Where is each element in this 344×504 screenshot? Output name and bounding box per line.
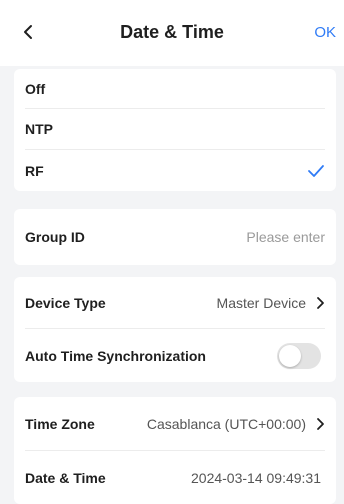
time-zone-value: Casablanca (UTC+00:00) bbox=[146, 415, 306, 432]
option-rf[interactable]: RF bbox=[25, 150, 325, 191]
header-bar: Date & Time OK bbox=[0, 0, 344, 66]
sync-mode-card: Off NTP RF bbox=[14, 69, 336, 191]
auto-sync-row: Auto Time Synchronization bbox=[25, 329, 325, 382]
chevron-right-icon bbox=[316, 417, 325, 431]
page-title: Date & Time bbox=[120, 22, 224, 42]
date-time-value: 2024-03-14 09:49:31 bbox=[191, 469, 321, 486]
group-id-card: Group ID Please enter bbox=[14, 209, 336, 265]
group-id-label: Group ID bbox=[25, 229, 85, 245]
option-label: RF bbox=[25, 162, 44, 179]
option-label: NTP bbox=[25, 121, 53, 137]
date-time-row[interactable]: Date & Time 2024-03-14 09:49:31 bbox=[25, 451, 325, 504]
option-off[interactable]: Off bbox=[25, 69, 325, 109]
time-zone-label: Time Zone bbox=[25, 415, 95, 432]
option-ntp[interactable]: NTP bbox=[25, 109, 325, 150]
device-type-value-wrap: Master Device bbox=[217, 295, 325, 311]
toggle-knob bbox=[279, 344, 301, 367]
time-zone-row[interactable]: Time Zone Casablanca (UTC+00:00) bbox=[25, 397, 325, 451]
auto-sync-toggle[interactable] bbox=[277, 342, 321, 369]
group-id-row: Group ID Please enter bbox=[25, 209, 325, 265]
chevron-right-icon bbox=[316, 296, 325, 310]
time-card: Time Zone Casablanca (UTC+00:00) Date & … bbox=[14, 397, 336, 504]
group-id-input[interactable]: Please enter bbox=[246, 229, 325, 245]
device-type-label: Device Type bbox=[25, 294, 106, 311]
ok-button[interactable]: OK bbox=[314, 24, 336, 41]
device-card: Device Type Master Device Auto Time Sync… bbox=[14, 277, 336, 382]
time-zone-value-wrap: Casablanca (UTC+00:00) bbox=[147, 416, 325, 432]
checkmark-icon bbox=[308, 164, 324, 177]
option-label: Off bbox=[25, 80, 46, 97]
device-type-row[interactable]: Device Type Master Device bbox=[25, 277, 325, 329]
device-type-value: Master Device bbox=[216, 294, 306, 311]
auto-sync-label: Auto Time Synchronization bbox=[25, 347, 206, 364]
date-time-label: Date & Time bbox=[25, 469, 106, 486]
